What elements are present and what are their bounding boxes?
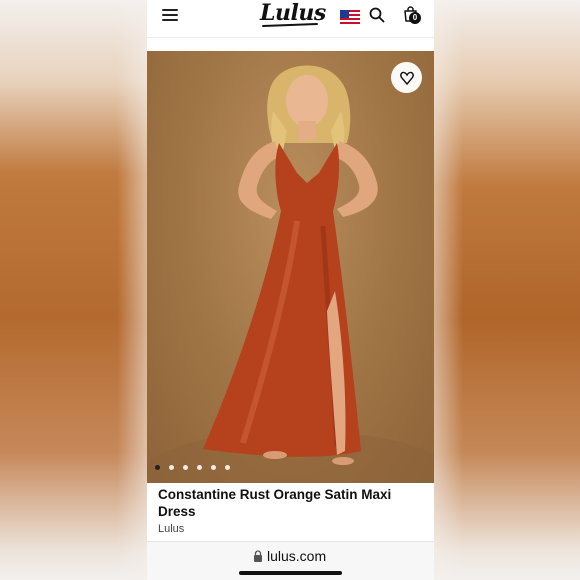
product-title: Constantine Rust Orange Satin Maxi Dress [158, 487, 392, 519]
url-text[interactable]: lulus.com [267, 548, 326, 564]
home-indicator[interactable] [239, 571, 342, 575]
wishlist-button[interactable] [391, 62, 422, 93]
product-image[interactable] [147, 51, 434, 483]
phone-screen: Lulus 0 Constantine Rust Orange Satin Ma… [147, 0, 434, 580]
cart-count-badge: 0 [409, 12, 421, 24]
carousel-dot[interactable] [155, 465, 160, 470]
heart-icon [399, 71, 414, 85]
product-brand[interactable]: Lulus [158, 523, 184, 535]
carousel-dot[interactable] [183, 465, 188, 470]
browser-address-bar[interactable]: lulus.com [147, 541, 434, 580]
carousel-dot[interactable] [225, 465, 230, 470]
carousel-dot[interactable] [211, 465, 216, 470]
blurred-background-left [0, 0, 147, 580]
hamburger-menu-icon[interactable] [162, 9, 178, 23]
blurred-background-right [433, 0, 580, 580]
carousel-indicator [155, 465, 230, 470]
carousel-dot[interactable] [197, 465, 202, 470]
search-icon[interactable] [369, 7, 385, 23]
us-flag-icon[interactable] [340, 10, 360, 24]
carousel-dot[interactable] [169, 465, 174, 470]
lock-icon [254, 550, 262, 562]
site-header: Lulus 0 [147, 0, 434, 38]
model-photo [147, 65, 434, 483]
